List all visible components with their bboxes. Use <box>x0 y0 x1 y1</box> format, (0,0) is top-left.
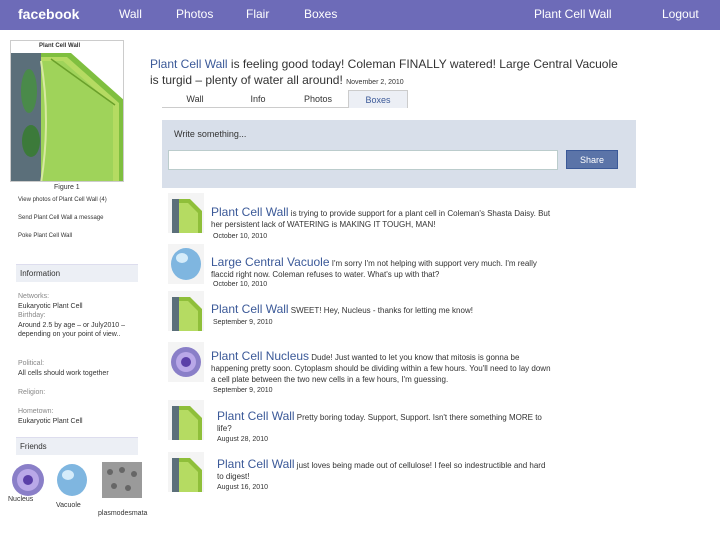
feed-date: October 10, 2010 <box>213 233 268 240</box>
view-photos-link[interactable]: View photos of Plant Cell Wall (4) <box>18 197 107 203</box>
nav-profile-name[interactable]: Plant Cell Wall <box>534 7 612 21</box>
plant-cell-wall-icon <box>168 291 204 331</box>
figure-caption: Figure 1 <box>54 184 80 191</box>
status-date: November 2, 2010 <box>346 79 404 86</box>
tab-wall[interactable]: Wall <box>162 90 228 108</box>
feed-poster-name[interactable]: Plant Cell Wall <box>217 457 295 471</box>
nav-photos-link[interactable]: Photos <box>176 7 213 21</box>
religion-label: Religion: <box>18 389 46 396</box>
feed-date: September 9, 2010 <box>213 319 273 326</box>
feed-poster-name[interactable]: Plant Cell Wall <box>211 205 289 219</box>
hometown-value: Eukaryotic Plant Cell <box>18 418 83 425</box>
feed-poster-name[interactable]: Plant Cell Nucleus <box>211 349 309 363</box>
friends-heading: Friends <box>16 437 138 455</box>
nav-wall-link[interactable]: Wall <box>119 7 142 21</box>
vacuole-icon <box>57 464 87 496</box>
plant-cell-wall-illustration <box>11 53 123 181</box>
political-value: All cells should work together <box>18 370 109 377</box>
plant-cell-wall-icon <box>168 452 204 492</box>
feed-item-avatar[interactable] <box>168 244 204 284</box>
feed-item-text: Plant Cell Wall Pretty boring today. Sup… <box>217 409 547 434</box>
feed-item-avatar[interactable] <box>168 452 204 492</box>
profile-status: Plant Cell Wall is feeling good today! C… <box>150 56 620 91</box>
profile-picture[interactable]: Plant Cell Wall <box>10 40 124 182</box>
feed-date: August 28, 2010 <box>217 436 268 443</box>
feed-item-avatar[interactable] <box>168 193 204 233</box>
plant-cell-wall-icon <box>168 400 204 440</box>
feed-date: August 16, 2010 <box>217 484 268 491</box>
send-message-link[interactable]: Send Plant Cell Wall a message <box>18 215 104 221</box>
publisher-input[interactable] <box>168 150 558 170</box>
friend-plasmodesmata-photo[interactable] <box>102 462 142 498</box>
feed-message: SWEET! Hey, Nucleus - thanks for letting… <box>288 306 473 315</box>
feed-item-avatar[interactable] <box>168 291 204 331</box>
feed-item-text: Plant Cell Nucleus Dude! Just wanted to … <box>211 349 556 385</box>
nucleus-icon <box>12 464 44 496</box>
status-name[interactable]: Plant Cell Wall <box>150 57 228 71</box>
profile-tabs: Wall Info Photos Boxes <box>162 90 408 108</box>
feed-item-avatar[interactable] <box>168 400 204 440</box>
birthday-label: Birthday: <box>18 312 46 319</box>
birthday-value: Around 2.5 by age – or July2010 – depend… <box>18 322 126 338</box>
share-button[interactable]: Share <box>566 150 618 169</box>
feed-date: September 9, 2010 <box>213 387 273 394</box>
nav-boxes-link[interactable]: Boxes <box>304 7 337 21</box>
top-nav-bar: facebook Wall Photos Flair Boxes Plant C… <box>0 0 720 30</box>
feed-item-text: Plant Cell Wall just loves being made ou… <box>217 457 552 482</box>
tab-info[interactable]: Info <box>228 90 288 108</box>
feed-poster-name[interactable]: Large Central Vacuole <box>211 255 330 269</box>
friend-nucleus-photo[interactable] <box>10 462 46 498</box>
feed-date: October 10, 2010 <box>213 281 268 288</box>
feed-item-text: Plant Cell Wall SWEET! Hey, Nucleus - th… <box>211 302 556 316</box>
wall-publisher: Write something... Share <box>162 120 636 188</box>
friend-vacuole-photo[interactable] <box>54 462 90 498</box>
information-heading: Information <box>16 264 138 282</box>
feed-poster-name[interactable]: Plant Cell Wall <box>217 409 295 423</box>
feed-item-avatar[interactable] <box>168 342 204 382</box>
poke-link[interactable]: Poke Plant Cell Wall <box>18 233 72 239</box>
publisher-prompt: Write something... <box>174 129 247 139</box>
tab-photos[interactable]: Photos <box>288 90 348 108</box>
friend-name[interactable]: Vacuole <box>56 502 81 509</box>
friend-name[interactable]: plasmodesmata <box>98 510 147 517</box>
plant-cell-wall-icon <box>168 193 204 233</box>
hometown-label: Hometown: <box>18 408 54 415</box>
networks-label: Networks: <box>18 293 50 300</box>
feed-item-text: Plant Cell Wall is trying to provide sup… <box>211 205 551 230</box>
feed-poster-name[interactable]: Plant Cell Wall <box>211 302 289 316</box>
networks-value: Eukaryotic Plant Cell <box>18 303 83 310</box>
feed-item-text: Large Central Vacuole I'm sorry I'm not … <box>211 255 556 280</box>
profile-picture-caption: Plant Cell Wall <box>39 43 81 49</box>
plasmodesmata-icon <box>102 462 142 498</box>
political-label: Political: <box>18 360 45 367</box>
nav-flair-link[interactable]: Flair <box>246 7 269 21</box>
friend-name[interactable]: Nucleus <box>8 496 33 503</box>
vacuole-icon <box>168 244 204 284</box>
tab-boxes[interactable]: Boxes <box>348 90 408 108</box>
facebook-logo[interactable]: facebook <box>18 6 79 22</box>
nucleus-icon <box>168 342 204 382</box>
logout-link[interactable]: Logout <box>662 7 699 21</box>
